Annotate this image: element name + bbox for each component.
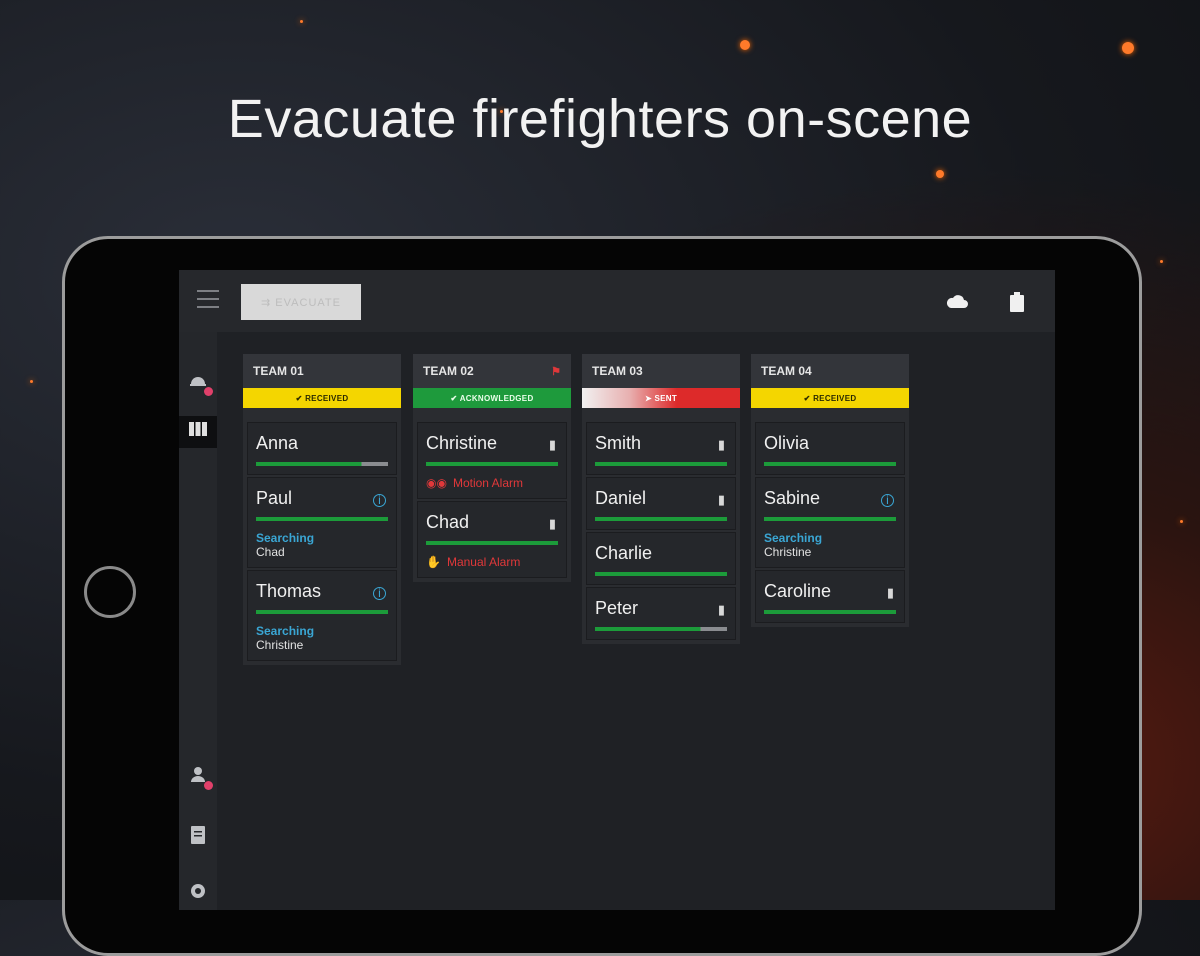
searching-target: Chad (256, 545, 285, 559)
flashlight-icon: ▮ (886, 585, 894, 600)
member-card[interactable]: Christine ▮ ◉◉ Motion Alarm (417, 422, 567, 499)
member-card[interactable]: Anna (247, 422, 397, 475)
member-card[interactable]: Peter ▮ (586, 587, 736, 640)
spark (1122, 42, 1134, 54)
team-column: TEAM 02 ⚑ ✔ ACKNOWLEDGED Christine ▮ ◉◉ … (413, 354, 571, 582)
member-card[interactable]: Thomas i Searching Christine (247, 570, 397, 661)
headline: Evacuate firefighters on-scene (227, 89, 973, 149)
alarm-row: ◉◉ Motion Alarm (426, 476, 558, 490)
spark (1180, 520, 1183, 523)
member-name: Daniel (595, 488, 647, 508)
sidebar (179, 332, 217, 910)
columns-icon[interactable] (187, 421, 209, 443)
manual-alarm-icon: ✋ (426, 555, 441, 569)
searching-label: Searching (256, 624, 315, 638)
team-name: TEAM 02 (423, 364, 474, 378)
member-card[interactable]: Caroline ▮ (755, 570, 905, 623)
flashlight-icon: ▮ (717, 437, 725, 452)
air-supply-bar (764, 462, 896, 466)
team-column: TEAM 03 ➤ SENT Smith ▮ Daniel ▮ Charlie … (582, 354, 740, 644)
notification-badge (204, 387, 213, 396)
menu-icon[interactable] (197, 290, 219, 310)
spark (936, 170, 944, 178)
member-card[interactable]: Charlie (586, 532, 736, 585)
team-name: TEAM 04 (761, 364, 812, 378)
spark (300, 20, 303, 23)
member-card[interactable]: Chad ▮ ✋ Manual Alarm (417, 501, 567, 578)
air-supply-bar (764, 610, 896, 614)
air-supply-bar (764, 517, 896, 521)
status-badge: ✔ RECEIVED (751, 388, 909, 408)
spark (740, 40, 750, 50)
member-card[interactable]: Daniel ▮ (586, 477, 736, 530)
air-supply-bar (595, 462, 727, 466)
info-icon[interactable]: i (373, 587, 386, 600)
member-card[interactable]: Olivia (755, 422, 905, 475)
helmet-icon[interactable] (187, 372, 213, 396)
member-name: Smith (595, 433, 642, 453)
flashlight-icon: ▮ (548, 437, 556, 452)
flashlight-icon: ▮ (548, 516, 556, 531)
evacuate-button[interactable]: ⇉ EVACUATE (241, 284, 361, 320)
motion-alarm-icon: ◉◉ (426, 476, 447, 490)
searching-label: Searching (256, 531, 315, 545)
team-header[interactable]: TEAM 04 (751, 354, 909, 388)
air-supply-bar (595, 517, 727, 521)
air-supply-bar (426, 541, 558, 545)
air-supply-bar (256, 517, 388, 521)
air-supply-bar (595, 572, 727, 576)
searching-label: Searching (764, 531, 823, 545)
home-button[interactable] (84, 566, 136, 618)
member-name: Chad (426, 512, 470, 532)
air-supply-bar (426, 462, 558, 466)
member-name: Thomas (256, 581, 322, 601)
member-name: Anna (256, 433, 299, 453)
person-icon[interactable] (187, 766, 213, 790)
flashlight-icon: ▮ (717, 602, 725, 617)
member-name: Paul (256, 488, 293, 508)
team-header[interactable]: TEAM 03 (582, 354, 740, 388)
status-badge: ✔ RECEIVED (243, 388, 401, 408)
status-badge: ✔ ACKNOWLEDGED (413, 388, 571, 408)
air-supply-bar (256, 462, 388, 466)
battery-icon (1005, 292, 1029, 314)
searching-target: Christine (764, 545, 812, 559)
notification-badge (204, 781, 213, 790)
alarm-label: Manual Alarm (446, 555, 521, 569)
alarm-row: ✋ Manual Alarm (426, 555, 558, 569)
air-supply-bar (595, 627, 727, 631)
app-screen: ⇉ EVACUATE TEAM 01 ✔ RECEIVED Anna Paul … (179, 270, 1055, 910)
top-bar: ⇉ EVACUATE (179, 270, 1055, 332)
spark (1160, 260, 1163, 263)
alarm-label: Motion Alarm (452, 476, 523, 490)
team-column: TEAM 01 ✔ RECEIVED Anna Paul i Searching… (243, 354, 401, 665)
status-badge: ➤ SENT (582, 388, 740, 408)
air-supply-bar (256, 610, 388, 614)
member-name: Charlie (595, 543, 653, 563)
info-icon[interactable]: i (881, 494, 894, 507)
gear-icon[interactable] (187, 882, 209, 904)
member-card[interactable]: Smith ▮ (586, 422, 736, 475)
member-name: Caroline (764, 581, 832, 601)
flashlight-icon: ▮ (717, 492, 725, 507)
team-column: TEAM 04 ✔ RECEIVED Olivia Sabine i Searc… (751, 354, 909, 627)
searching-target: Christine (256, 638, 304, 652)
alarm-icon: ⚑ (551, 365, 561, 378)
member-card[interactable]: Paul i Searching Chad (247, 477, 397, 568)
cloud-icon[interactable] (945, 292, 969, 314)
member-name: Olivia (764, 433, 810, 453)
member-card[interactable]: Sabine i Searching Christine (755, 477, 905, 568)
info-icon[interactable]: i (373, 494, 386, 507)
team-name: TEAM 03 (592, 364, 643, 378)
team-header[interactable]: TEAM 02 ⚑ (413, 354, 571, 388)
document-icon[interactable] (187, 826, 209, 848)
team-name: TEAM 01 (253, 364, 304, 378)
spark (30, 380, 33, 383)
member-name: Christine (426, 433, 498, 453)
member-name: Peter (595, 598, 639, 618)
member-name: Sabine (764, 488, 821, 508)
team-header[interactable]: TEAM 01 (243, 354, 401, 388)
